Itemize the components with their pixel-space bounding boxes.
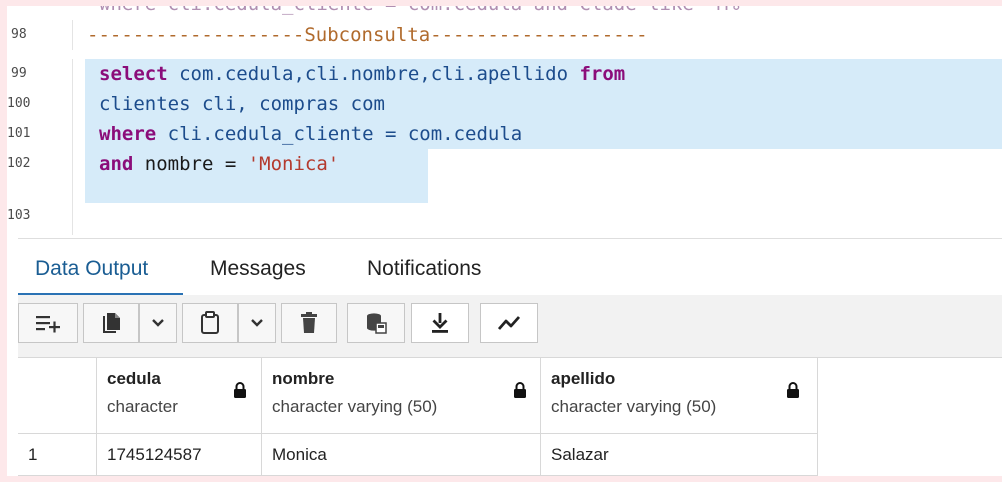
- code-line-100: clientes cli, compras com: [7, 89, 1002, 119]
- tab-data-output[interactable]: Data Output: [35, 256, 148, 282]
- code-line-99: select com.cedula,cli.nombre,cli.apellid…: [7, 59, 1002, 89]
- table-cell-cedula[interactable]: 1745124587: [97, 434, 262, 476]
- save-data-icon: [367, 313, 387, 334]
- download-button[interactable]: [411, 303, 469, 343]
- chevron-down-icon: [251, 319, 263, 327]
- lock-icon: [234, 382, 246, 398]
- paste-button[interactable]: [182, 303, 238, 343]
- code-cutoff-text: where cli.cedula_cliente = com.cedula an…: [99, 6, 751, 19]
- code-text: select com.cedula,cli.nombre,cli.apellid…: [99, 59, 625, 89]
- comment-subconsulta: -------------------Subconsulta----------…: [87, 24, 648, 46]
- copy-button[interactable]: [83, 303, 139, 343]
- code-line-102: and nombre = 'Monica': [7, 149, 1002, 179]
- code-text: where cli.cedula_cliente = com.cedula: [99, 119, 522, 149]
- column-name: cedula: [107, 369, 161, 388]
- window-frame-bottom: [0, 476, 1002, 482]
- column-name: nombre: [272, 369, 335, 388]
- delete-button[interactable]: [281, 303, 337, 343]
- row-number-header: [18, 358, 97, 434]
- column-header-apellido[interactable]: apellido character varying (50): [541, 358, 818, 434]
- keyword-from: from: [579, 63, 626, 85]
- download-icon: [432, 313, 448, 333]
- add-row-icon: [36, 316, 60, 333]
- row-number-cell[interactable]: 1: [18, 434, 97, 476]
- keyword-and: and: [99, 153, 134, 175]
- column-header-cedula[interactable]: cedula character: [97, 358, 262, 434]
- save-data-button[interactable]: [347, 303, 405, 343]
- data-toolbar: [18, 295, 1002, 358]
- column-name: apellido: [551, 369, 616, 388]
- chevron-down-icon: [152, 319, 164, 327]
- column-header-nombre[interactable]: nombre character varying (50): [262, 358, 541, 434]
- add-row-button[interactable]: [18, 303, 78, 343]
- copy-icon: [103, 313, 120, 333]
- graph-visualiser-button[interactable]: [480, 303, 538, 343]
- keyword-where: where: [99, 123, 157, 145]
- delete-icon: [301, 312, 317, 333]
- lock-icon: [514, 382, 526, 398]
- result-tabs: Data Output Messages Notifications: [18, 238, 1002, 296]
- lock-icon: [787, 382, 799, 398]
- table-cell-apellido[interactable]: Salazar: [541, 434, 818, 476]
- paste-icon: [201, 311, 219, 334]
- keyword-select: select: [99, 63, 168, 85]
- paste-options-dropdown[interactable]: [238, 303, 276, 343]
- query-editor[interactable]: where cli.cedula_cliente = com.cedula an…: [7, 6, 1002, 238]
- column-type: character: [107, 397, 178, 416]
- gutter-103: 103: [7, 179, 73, 235]
- table-cell-nombre[interactable]: Monica: [262, 434, 541, 476]
- graph-visualiser-icon: [497, 316, 521, 330]
- from-tables: clientes cli, compras com: [99, 93, 385, 115]
- line-number: 103: [7, 208, 31, 223]
- code-line-cutoff: where cli.cedula_cliente = com.cedula an…: [7, 6, 1002, 19]
- code-line-101: where cli.cedula_cliente = com.cedula: [7, 119, 1002, 149]
- column-type: character varying (50): [551, 397, 717, 416]
- tab-notifications[interactable]: Notifications: [367, 256, 481, 282]
- code-text: and nombre = 'Monica': [99, 149, 339, 179]
- column-type: character varying (50): [272, 397, 438, 416]
- select-columns: com.cedula,cli.nombre,cli.apellido: [167, 63, 580, 85]
- code-line-98: -------------------Subconsulta----------…: [7, 20, 1002, 50]
- window-frame-left: [0, 0, 7, 482]
- tab-messages[interactable]: Messages: [210, 256, 306, 282]
- string-literal: 'Monica': [247, 153, 340, 175]
- copy-options-dropdown[interactable]: [139, 303, 177, 343]
- where-condition: cli.cedula_cliente = com.cedula: [156, 123, 523, 145]
- and-condition: nombre =: [133, 153, 248, 175]
